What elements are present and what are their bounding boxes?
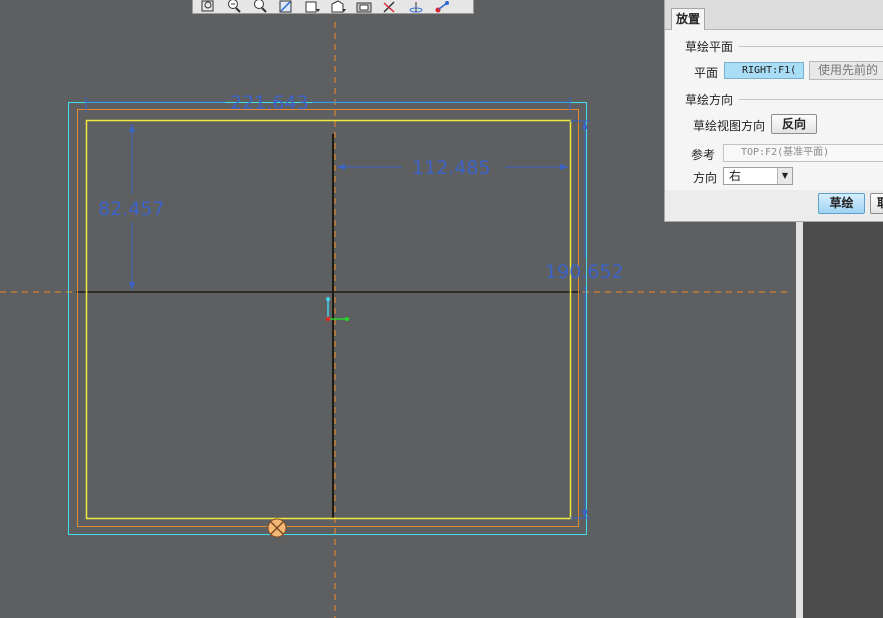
graphics-toolbar	[192, 0, 474, 14]
spin-center-icon[interactable]	[405, 0, 426, 13]
flip-button[interactable]: 反向	[771, 114, 817, 134]
chevron-down-icon[interactable]: ▼	[777, 168, 792, 184]
section-divider	[739, 46, 883, 47]
dimension-112-485-label: 112.485	[412, 157, 491, 179]
annotation-display-icon[interactable]	[431, 0, 452, 13]
direction-select[interactable]: 右 ▼	[723, 167, 793, 185]
dimension-190-652-label: 190.652	[545, 261, 624, 283]
direction-label: 方向	[693, 171, 718, 185]
tab-placement[interactable]: 放置	[671, 8, 706, 31]
dimension-190-652[interactable]: 190.652	[545, 120, 624, 519]
reference-field[interactable]: TOP:F2(基准平面)	[723, 144, 883, 162]
datum-display-icon[interactable]	[379, 0, 400, 13]
dialog-body: 草绘平面 平面 RIGHT:F1( 使用先前的 草绘方向 草绘视图方向 反向 参…	[665, 30, 883, 190]
dimension-112-485[interactable]: 112.485	[337, 157, 568, 179]
sketch-placement-dialog: 放置 草绘平面 平面 RIGHT:F1( 使用先前的 草绘方向 草绘视图方向 反…	[664, 0, 883, 222]
saved-orientation-icon[interactable]	[327, 0, 348, 13]
modeling-window: 221.643 112.485 82.457 190.652 放置 草绘平面 平…	[0, 0, 883, 618]
direction-select-value: 右	[729, 169, 742, 183]
use-previous-button[interactable]: 使用先前的	[809, 61, 883, 80]
plane-label: 平面	[694, 66, 719, 80]
sketch-plane-section-title: 草绘平面	[685, 40, 734, 54]
direction-marker-icon[interactable]	[267, 518, 287, 538]
view-manager-icon[interactable]	[353, 0, 374, 13]
reference-label: 参考	[691, 148, 716, 162]
dimension-221-643-label: 221.643	[230, 92, 309, 114]
section-divider	[739, 99, 883, 100]
zoom-out-icon[interactable]	[249, 0, 270, 13]
zoom-refit-icon[interactable]	[197, 0, 218, 13]
sketch-button[interactable]: 草绘	[818, 193, 865, 214]
zoom-in-icon[interactable]	[223, 0, 244, 13]
csys-triad-icon	[325, 297, 349, 322]
sketch-view-direction-label: 草绘视图方向	[693, 119, 766, 133]
dimension-82-457[interactable]: 82.457	[98, 124, 164, 290]
dimension-82-457-label: 82.457	[98, 198, 164, 220]
sketch-plane-field[interactable]: RIGHT:F1(	[724, 62, 804, 79]
cancel-button[interactable]: 取消	[870, 193, 883, 214]
repaint-icon[interactable]	[275, 0, 296, 13]
sketch-orientation-section-title: 草绘方向	[685, 93, 734, 107]
dialog-tab-bar: 放置	[665, 0, 883, 31]
display-style-icon[interactable]	[301, 0, 322, 13]
